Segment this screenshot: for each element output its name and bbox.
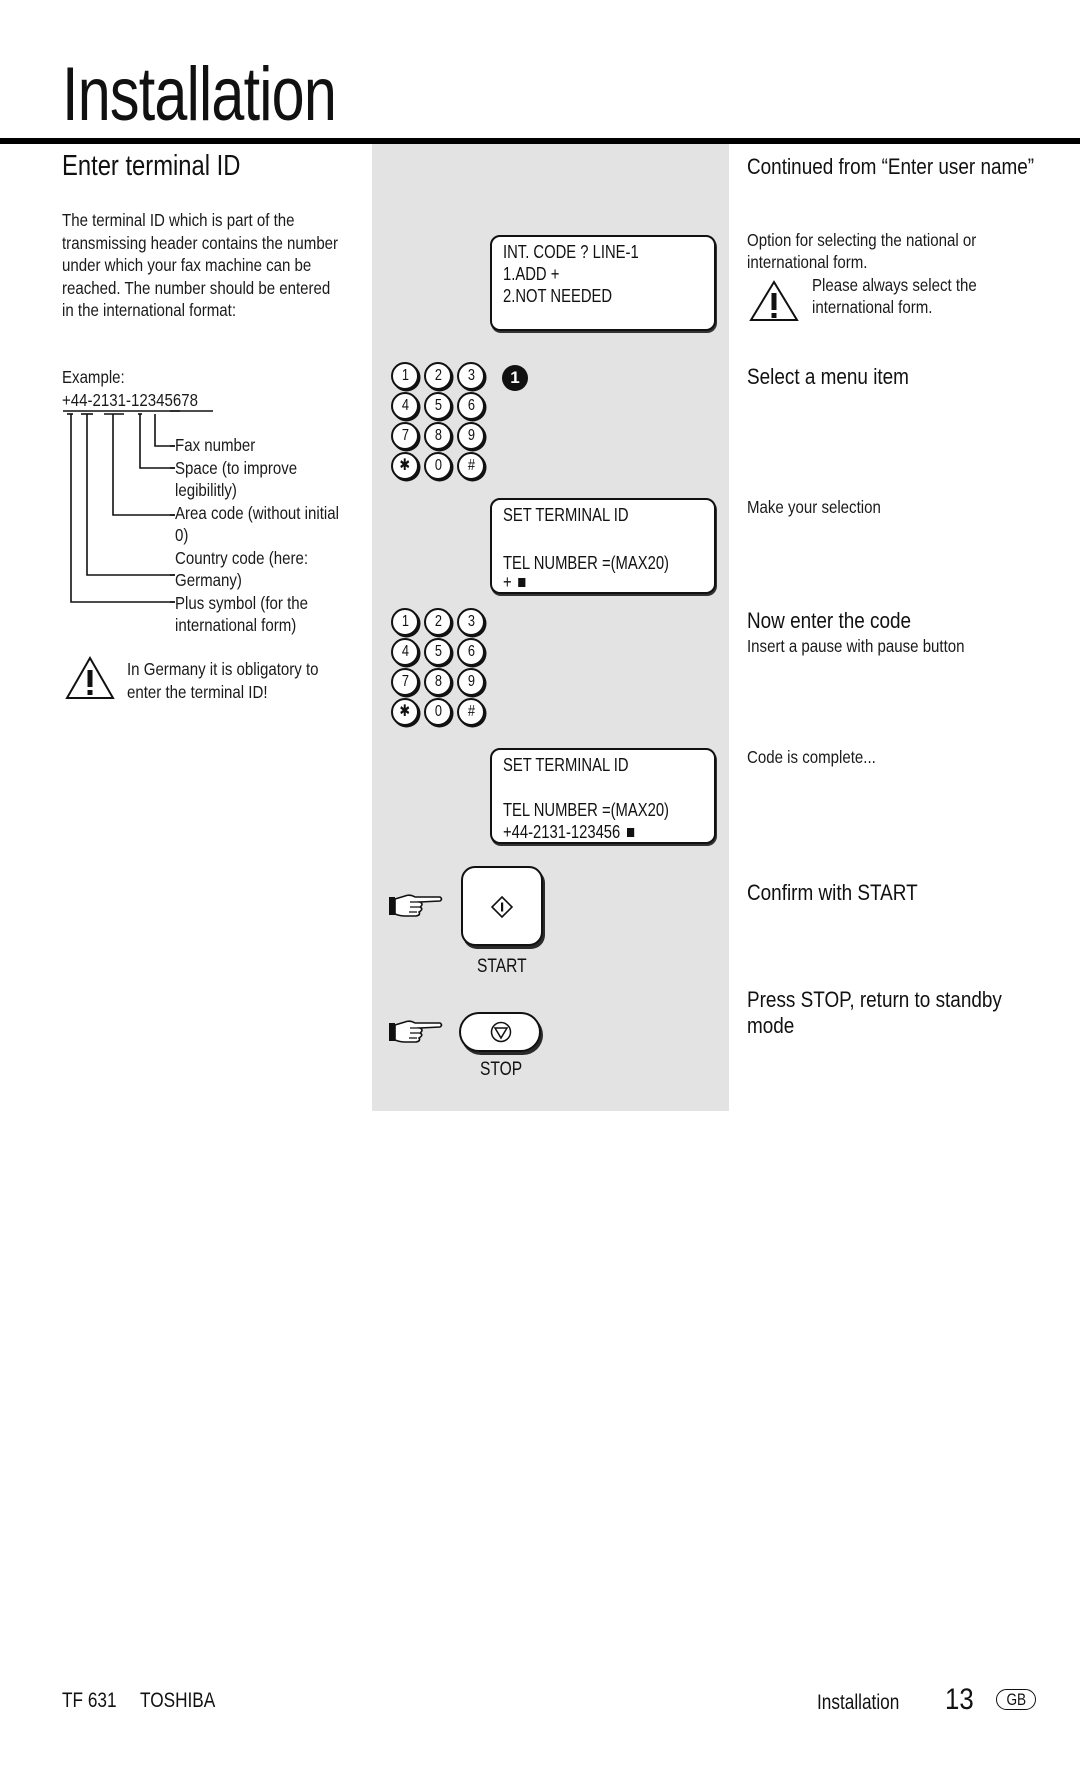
page-title: Installation [62,52,337,137]
stop-label: STOP [480,1059,523,1080]
option-line: Option for selecting the national or [747,230,977,250]
lcd-line: TEL NUMBER =(MAX20) [503,552,669,573]
lcd-line-input: +44-2131-123456 [503,821,634,843]
legend-list: Fax number Space (to improve legibilitly… [175,434,339,637]
step-code-complete: Code is complete... [747,747,876,767]
key-5[interactable]: 5 [424,638,452,666]
legend-item-area-code: Area code (without initial [175,502,339,523]
legend-item-fax-number: Fax number [175,435,256,455]
step-pause-hint: Insert a pause with pause button [747,636,965,656]
section-title: Enter terminal ID [62,150,241,182]
lcd-input-value: +44-2131-123456 [503,821,621,842]
key-7[interactable]: 7 [391,668,419,696]
example-legend-connectors [63,410,180,603]
footer-model: TF 631 [62,1689,117,1712]
key-3[interactable]: 3 [457,362,485,390]
footer-section: Installation [817,1691,900,1714]
warning-line: In Germany it is obligatory to [127,659,319,679]
step-make-selection: Make your selection [747,497,881,517]
key-4[interactable]: 4 [391,392,419,420]
intro-line: The terminal ID which is part of the [62,210,295,230]
lcd-display-int-code: INT. CODE ? LINE-1 1.ADD + 2.NOT NEEDED [490,235,716,331]
lcd-line: INT. CODE ? LINE-1 [503,241,639,262]
key-1[interactable]: 1 [391,362,419,390]
key-4[interactable]: 4 [391,638,419,666]
press-stop-line: Press STOP, return to standby [747,987,1002,1012]
stop-button[interactable] [459,1012,541,1052]
legend-item-country-code: Country code (here: [175,547,309,568]
intro-paragraph: The terminal ID which is part of the tra… [62,209,354,322]
key-9[interactable]: 9 [457,668,485,696]
key-8[interactable]: 8 [424,422,452,450]
option-description: Option for selecting the national or int… [747,229,976,273]
international-warning: Please always select the international f… [812,274,977,318]
lcd-line: 1.ADD + [503,263,560,284]
keypad[interactable]: 1 2 3 4 5 6 7 8 9 ✱ 0 # [391,362,487,480]
key-6[interactable]: 6 [457,638,485,666]
intro-line: under which your fax machine can be [62,255,312,275]
key-3[interactable]: 3 [457,608,485,636]
pointing-hand-icon [389,1020,443,1043]
cursor-block [518,578,526,587]
key-2[interactable]: 2 [424,362,452,390]
page-number: 13 [945,1683,974,1716]
step-badge: 1 [502,365,528,391]
country-code: GB [1006,1689,1026,1709]
legend-item-country-code-cont: Germany) [175,570,242,590]
cursor-block [626,828,634,837]
legend-item-plus-symbol: Plus symbol (for the [175,592,308,613]
lcd-display-terminal-id-empty: SET TERMINAL ID TEL NUMBER =(MAX20) + [490,498,716,594]
key-hash[interactable]: # [457,698,485,726]
lcd-line: 2.NOT NEEDED [503,285,613,306]
intro-line: transmissing header contains the number [62,232,339,253]
warning-line: enter the terminal ID! [127,681,268,702]
start-diamond-icon [491,896,513,918]
stop-triangle-icon [490,1021,512,1043]
lcd-input-value: + [503,571,512,592]
key-0[interactable]: 0 [424,698,452,726]
legend-item-area-code-cont: 0) [175,525,189,545]
start-label: START [477,956,527,977]
germany-warning: In Germany it is obligatory to enter the… [127,658,319,703]
key-6[interactable]: 6 [457,392,485,420]
lcd-display-terminal-id-filled: SET TERMINAL ID TEL NUMBER =(MAX20) +44-… [490,748,716,844]
key-8[interactable]: 8 [424,668,452,696]
legend-item-space: Space (to improve [175,457,298,478]
lcd-line-input: + [503,571,526,593]
keypad[interactable]: 1 2 3 4 5 6 7 8 9 ✱ 0 # [391,608,487,726]
intro-line: reached. The number should be entered [62,277,331,298]
lcd-line: SET TERMINAL ID [503,754,629,775]
pointing-hand-icon [389,894,443,917]
key-1[interactable]: 1 [391,608,419,636]
warning-icon [749,280,799,321]
warning-line: international form. [812,297,933,317]
legend-item-plus-symbol-cont: international form) [175,615,297,635]
key-9[interactable]: 9 [457,422,485,450]
option-line: international form. [747,252,868,272]
example-label: Example: [62,367,125,387]
step-press-stop: Press STOP, return to standby mode [747,987,1002,1039]
key-2[interactable]: 2 [424,608,452,636]
key-hash[interactable]: # [457,452,485,480]
key-5[interactable]: 5 [424,392,452,420]
key-0[interactable]: 0 [424,452,452,480]
lcd-line: TEL NUMBER =(MAX20) [503,799,669,820]
step-enter-code: Now enter the code [747,608,912,633]
key-star[interactable]: ✱ [391,452,419,480]
continued-heading: Continued from “Enter user name” [747,154,1035,179]
key-star[interactable]: ✱ [391,698,419,726]
key-7[interactable]: 7 [391,422,419,450]
intro-line: in the international format: [62,300,237,320]
footer-brand: TOSHIBA [140,1689,216,1712]
step-confirm-start: Confirm with START [747,880,918,905]
lcd-line: SET TERMINAL ID [503,504,629,525]
country-badge: GB [996,1689,1036,1710]
step-select-menu: Select a menu item [747,364,909,389]
start-button[interactable] [461,866,543,946]
warning-line: Please always select the [812,275,977,295]
press-stop-line: mode [747,1013,795,1038]
legend-item-space-cont: legibilitly) [175,480,237,500]
warning-icon [65,656,115,699]
